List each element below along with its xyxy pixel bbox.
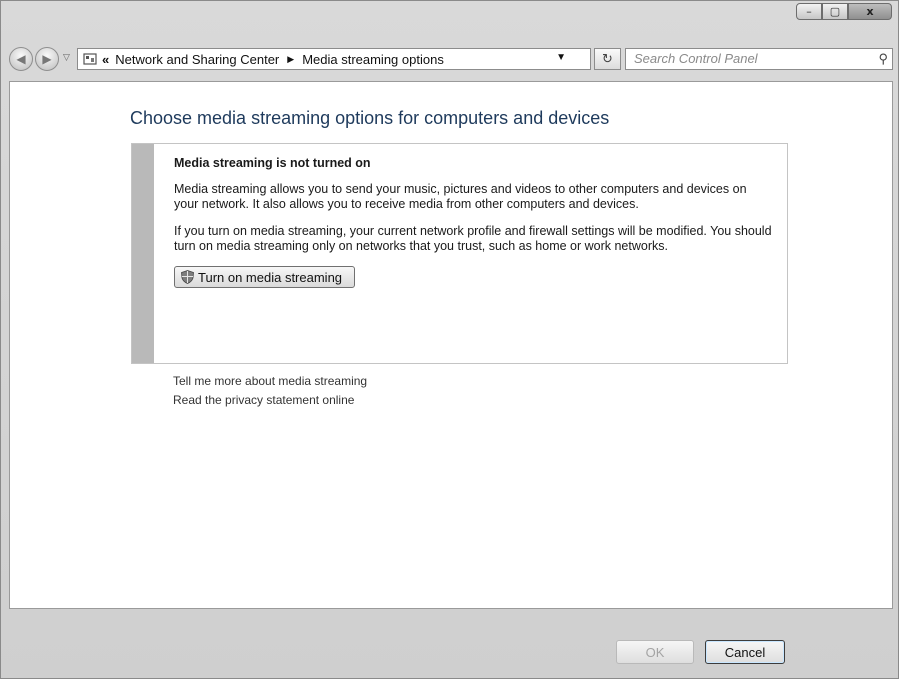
uac-shield-icon (181, 270, 194, 284)
link-tell-me-more[interactable]: Tell me more about media streaming (173, 374, 367, 393)
media-streaming-window: – ▢ x ◀ ▶ ▽ « Network and Sharing Center… (0, 0, 899, 679)
turn-on-media-streaming-label: Turn on media streaming (198, 269, 343, 285)
search-placeholder: Search Control Panel (634, 51, 758, 66)
navigation-bar: ◀ ▶ ▽ « Network and Sharing Center ▶ Med… (9, 47, 893, 73)
help-links: Tell me more about media streaming Read … (173, 374, 367, 412)
ok-button[interactable]: OK (616, 640, 694, 664)
status-panel: Media streaming is not turned on Media s… (131, 143, 788, 364)
panel-warning: If you turn on media streaming, your cur… (174, 224, 772, 253)
turn-on-media-streaming-button[interactable]: Turn on media streaming (174, 266, 356, 288)
control-panel-icon (82, 51, 98, 67)
forward-button[interactable]: ▶ (35, 47, 59, 71)
panel-description: Media streaming allows you to send your … (174, 182, 747, 211)
search-input[interactable]: Search Control Panel ⚲ (625, 48, 893, 70)
forward-arrow-icon: ▶ (42, 52, 52, 66)
window-controls: – ▢ x (796, 3, 892, 20)
breadcrumb-network-and-sharing-center[interactable]: Network and Sharing Center (115, 52, 279, 67)
back-arrow-icon: ◀ (16, 52, 26, 66)
close-button[interactable]: x (848, 3, 892, 20)
refresh-icon: ↻ (602, 51, 613, 67)
address-dropdown-icon[interactable]: ▼ (556, 52, 566, 63)
back-button[interactable]: ◀ (9, 47, 33, 71)
recent-pages-dropdown[interactable]: ▽ (63, 53, 70, 63)
link-privacy-statement[interactable]: Read the privacy statement online (173, 393, 367, 412)
panel-title: Media streaming is not turned on (174, 156, 371, 170)
maximize-button[interactable]: ▢ (822, 3, 848, 20)
panel-accent-bar (132, 144, 154, 363)
page-title: Choose media streaming options for compu… (130, 108, 610, 128)
minimize-button[interactable]: – (796, 3, 822, 20)
refresh-button[interactable]: ↻ (594, 48, 621, 70)
content-area: Choose media streaming options for compu… (9, 81, 893, 609)
breadcrumb-overflow-icon[interactable]: « (102, 52, 109, 67)
cancel-button[interactable]: Cancel (705, 640, 785, 664)
breadcrumb-separator-icon[interactable]: ▶ (287, 54, 294, 65)
search-icon[interactable]: ⚲ (878, 49, 888, 69)
address-bar[interactable]: « Network and Sharing Center ▶ Media str… (77, 48, 591, 70)
breadcrumb-media-streaming-options[interactable]: Media streaming options (302, 52, 444, 67)
